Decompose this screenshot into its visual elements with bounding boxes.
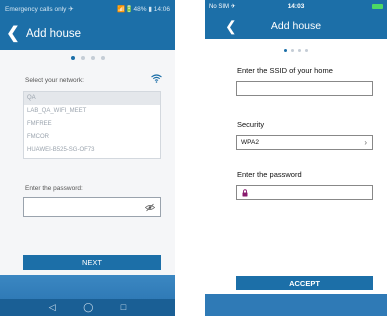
step-indicator	[0, 56, 175, 60]
network-item[interactable]: LAB_QA_WIFI_MEET	[24, 105, 160, 118]
screenshot-stage: Emergency calls only ✈ 📶🔋48% ▮ 14:06 ❮ A…	[0, 0, 387, 316]
eye-slash-icon[interactable]	[145, 203, 155, 212]
recents-icon[interactable]: □	[121, 299, 126, 316]
ssid-label: Enter the SSID of your home	[237, 66, 333, 75]
bottom-bar	[0, 275, 175, 300]
password-label: Enter the password	[237, 170, 302, 179]
accept-button[interactable]: ACCEPT	[236, 276, 373, 290]
app-header: ❮ Add house	[0, 18, 175, 50]
page-title: Add house	[26, 28, 81, 40]
network-item[interactable]: FMFREE	[24, 118, 160, 131]
wifi-icon[interactable]	[151, 74, 162, 83]
ios-screen: No SIM ✈ 14:03 ❮ Add house Enter the SSI…	[205, 0, 387, 316]
step-dot-1	[70, 56, 75, 60]
network-label: Select your network:	[25, 77, 84, 84]
password-label: Enter the password:	[25, 185, 83, 192]
back-icon[interactable]: ◁	[49, 299, 56, 316]
step-dot-3	[298, 49, 301, 52]
network-item[interactable]: HUAWEI-B525-SG-OF73	[24, 144, 160, 157]
android-screen: Emergency calls only ✈ 📶🔋48% ▮ 14:06 ❮ A…	[0, 0, 175, 316]
system-nav-bar: ◁ ◯ □	[0, 299, 175, 316]
status-indicators: 📶🔋48% ▮ 14:06	[117, 6, 170, 13]
step-indicator	[205, 49, 387, 52]
status-bar: Emergency calls only ✈ 📶🔋48% ▮ 14:06	[0, 0, 175, 18]
network-list: QA LAB_QA_WIFI_MEET FMFREE FMCOR HUAWEI-…	[23, 91, 161, 159]
back-button[interactable]: ❮	[0, 18, 26, 50]
next-button[interactable]: NEXT	[23, 255, 161, 270]
page-title: Add house	[270, 20, 322, 32]
app-header: ❮ Add house	[205, 13, 387, 39]
status-time: 14:03	[287, 3, 305, 10]
bottom-bar	[205, 294, 387, 316]
step-dot-1	[284, 49, 287, 52]
chevron-right-icon: ›	[364, 138, 367, 147]
lock-icon	[242, 189, 248, 197]
password-field[interactable]	[236, 185, 373, 200]
step-dot-4	[305, 49, 308, 52]
status-carrier: Emergency calls only ✈	[5, 6, 74, 13]
security-select[interactable]: WPA2 ›	[236, 135, 373, 150]
security-label: Security	[237, 120, 265, 129]
step-dot-2	[80, 56, 85, 60]
network-item[interactable]: FMCOR	[24, 131, 160, 144]
ssid-field[interactable]	[236, 81, 373, 96]
step-dot-2	[291, 49, 294, 52]
password-field[interactable]	[23, 197, 161, 217]
security-value: WPA2	[241, 139, 259, 146]
network-item[interactable]: QA	[24, 92, 160, 105]
step-dot-4	[100, 56, 105, 60]
status-bar: No SIM ✈ 14:03	[205, 0, 387, 13]
step-dot-3	[90, 56, 95, 60]
home-icon[interactable]: ◯	[83, 299, 93, 316]
